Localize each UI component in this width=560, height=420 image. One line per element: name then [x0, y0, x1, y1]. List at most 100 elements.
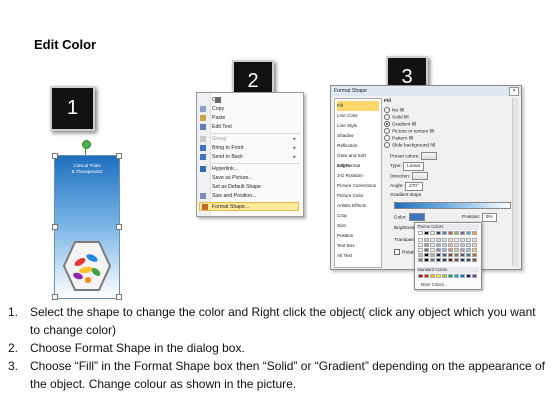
color-swatch[interactable] [472, 274, 477, 278]
more-colors-link[interactable]: More Colors... [421, 282, 447, 287]
color-swatch[interactable] [466, 258, 471, 262]
color-swatch[interactable] [454, 258, 459, 262]
gradient-stops-bar[interactable] [394, 202, 511, 209]
color-swatch[interactable] [430, 238, 435, 242]
color-swatch[interactable] [460, 258, 465, 262]
color-swatch[interactable] [466, 274, 471, 278]
color-swatch[interactable] [424, 248, 429, 252]
color-swatch[interactable] [448, 248, 453, 252]
category-picture-color[interactable]: Picture Color [337, 191, 379, 201]
category-size[interactable]: Size [337, 221, 379, 231]
menu-item-edit-text[interactable]: Edit Text [200, 123, 300, 132]
color-swatch[interactable] [454, 253, 459, 257]
color-swatch[interactable] [424, 274, 429, 278]
color-swatch[interactable] [418, 248, 423, 252]
color-swatch[interactable] [418, 231, 423, 235]
color-swatch[interactable] [436, 253, 441, 257]
color-swatch[interactable] [424, 243, 429, 247]
color-swatch[interactable] [436, 248, 441, 252]
menu-item-send-to-back[interactable]: Send to Back ▸ [200, 153, 300, 162]
category-text-box[interactable]: Text Box [337, 241, 379, 251]
menu-item-hyperlink[interactable]: Hyperlink... [200, 165, 300, 174]
color-swatch[interactable] [460, 253, 465, 257]
color-swatch[interactable] [472, 253, 477, 257]
selection-handle[interactable] [116, 294, 122, 300]
color-swatch[interactable] [454, 238, 459, 242]
menu-item-bring-to-front[interactable]: Bring to Front ▸ [200, 144, 300, 153]
color-swatch[interactable] [424, 238, 429, 242]
color-swatch[interactable] [442, 258, 447, 262]
color-swatch[interactable] [460, 238, 465, 242]
category-artistic-effects[interactable]: Artistic Effects [337, 201, 379, 211]
color-swatch[interactable] [442, 253, 447, 257]
color-swatch[interactable] [466, 238, 471, 242]
color-swatch[interactable] [448, 274, 453, 278]
selection-handle[interactable] [116, 153, 122, 159]
color-swatch[interactable] [430, 231, 435, 235]
radio-button[interactable] [384, 142, 390, 148]
color-swatch[interactable] [472, 238, 477, 242]
category-fill[interactable]: Fill [337, 101, 379, 111]
category-glow[interactable]: Glow and Soft Edges [337, 151, 379, 168]
radio-button-selected[interactable] [384, 121, 390, 127]
category-shadow[interactable]: Shadow [337, 131, 379, 141]
menu-item-set-default-shape[interactable]: Set as Default Shape [212, 183, 300, 192]
color-swatch[interactable] [418, 238, 423, 242]
selection-handle[interactable] [52, 294, 58, 300]
color-swatch[interactable] [454, 243, 459, 247]
color-swatch[interactable] [448, 238, 453, 242]
category-position[interactable]: Position [337, 231, 379, 241]
color-swatch[interactable] [442, 248, 447, 252]
radio-button[interactable] [384, 107, 390, 113]
color-swatch[interactable] [430, 248, 435, 252]
radio-button[interactable] [384, 128, 390, 134]
color-swatch[interactable] [472, 243, 477, 247]
color-swatch[interactable] [418, 258, 423, 262]
selection-handle[interactable] [52, 153, 58, 159]
color-swatch[interactable] [430, 243, 435, 247]
color-swatch[interactable] [460, 274, 465, 278]
menu-item-cut[interactable]: Cut [212, 96, 300, 105]
color-swatch[interactable] [442, 238, 447, 242]
menu-item-group[interactable]: Group ▸ [200, 135, 300, 144]
preset-colors-dropdown[interactable] [421, 152, 438, 160]
color-swatch[interactable] [430, 253, 435, 257]
color-swatch[interactable] [466, 231, 471, 235]
menu-item-format-shape[interactable]: Format Shape... [199, 202, 299, 211]
menu-item-size-and-position[interactable]: Size and Position... [200, 192, 300, 201]
color-swatch[interactable] [430, 274, 435, 278]
color-swatch[interactable] [436, 258, 441, 262]
color-swatch[interactable] [436, 274, 441, 278]
position-input[interactable]: 0% [481, 213, 497, 222]
menu-item-copy[interactable]: Copy [200, 105, 300, 114]
checkbox[interactable] [394, 249, 400, 255]
color-swatch[interactable] [418, 243, 423, 247]
color-swatch[interactable] [424, 258, 429, 262]
color-swatch[interactable] [418, 274, 423, 278]
fill-option-slide-background[interactable]: Slide background fill [384, 142, 435, 149]
menu-item-save-as-picture[interactable]: Save as Picture... [212, 174, 300, 183]
color-swatch[interactable] [472, 258, 477, 262]
color-swatch[interactable] [430, 258, 435, 262]
color-swatch[interactable] [436, 238, 441, 242]
category-line-color[interactable]: Line Color [337, 111, 379, 121]
color-swatch[interactable] [466, 253, 471, 257]
category-alt-text[interactable]: Alt Text [337, 251, 379, 261]
color-swatch[interactable] [466, 243, 471, 247]
selection-handle[interactable] [52, 224, 58, 230]
color-swatch[interactable] [442, 274, 447, 278]
color-swatch[interactable] [472, 231, 477, 235]
color-swatch[interactable] [442, 231, 447, 235]
color-swatch[interactable] [436, 231, 441, 235]
angle-input[interactable]: 270° [404, 182, 423, 191]
direction-dropdown[interactable] [412, 172, 429, 180]
selection-handle[interactable] [116, 224, 122, 230]
category-reflection[interactable]: Reflection [337, 141, 379, 151]
category-picture-corrections[interactable]: Picture Corrections [337, 181, 379, 191]
type-select[interactable]: Linear [403, 162, 425, 171]
color-swatch[interactable] [448, 258, 453, 262]
category-crop[interactable]: Crop [337, 211, 379, 221]
radio-button[interactable] [384, 135, 390, 141]
color-swatch[interactable] [448, 243, 453, 247]
color-swatch[interactable] [460, 231, 465, 235]
